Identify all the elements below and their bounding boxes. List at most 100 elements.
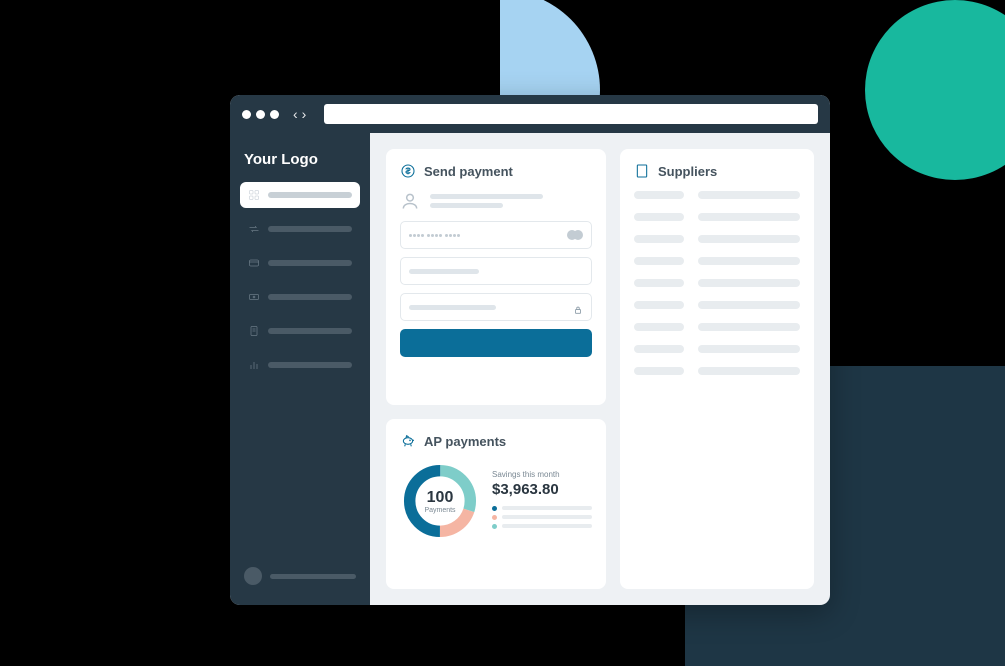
supplier-row[interactable] bbox=[634, 279, 800, 287]
input-placeholder bbox=[409, 305, 496, 310]
card-number-input[interactable] bbox=[400, 221, 592, 249]
sidebar-item-label bbox=[268, 260, 352, 266]
supplier-row[interactable] bbox=[634, 191, 800, 199]
supplier-name-placeholder bbox=[634, 301, 684, 309]
secure-input[interactable] bbox=[400, 293, 592, 321]
sidebar-item-label bbox=[268, 362, 352, 368]
browser-titlebar: ‹ › bbox=[230, 95, 830, 133]
supplier-name-placeholder bbox=[634, 345, 684, 353]
supplier-name-placeholder bbox=[634, 257, 684, 265]
sidebar-item-document[interactable] bbox=[240, 318, 360, 344]
sidebar-item-transfers[interactable] bbox=[240, 216, 360, 242]
supplier-detail-placeholder bbox=[698, 213, 800, 221]
suppliers-list bbox=[634, 191, 800, 375]
nav-arrows: ‹ › bbox=[293, 106, 306, 122]
supplier-name-placeholder bbox=[634, 367, 684, 375]
browser-window: ‹ › Your Logo bbox=[230, 95, 830, 605]
savings-label: Savings this month bbox=[492, 470, 592, 479]
submit-payment-button[interactable] bbox=[400, 329, 592, 357]
donut-label: Payments bbox=[424, 507, 455, 514]
supplier-detail-placeholder bbox=[698, 235, 800, 243]
main-content: Send payment bbox=[370, 133, 830, 605]
transfers-icon bbox=[248, 223, 260, 235]
savings-value: $3,963.80 bbox=[492, 481, 592, 498]
window-dot[interactable] bbox=[270, 110, 279, 119]
card-title: Suppliers bbox=[658, 164, 717, 179]
logo: Your Logo bbox=[240, 147, 360, 182]
supplier-detail-placeholder bbox=[698, 345, 800, 353]
card-brand-icon bbox=[567, 230, 583, 240]
building-icon bbox=[634, 163, 650, 179]
legend-item bbox=[492, 515, 592, 520]
legend-item bbox=[492, 524, 592, 529]
supplier-detail-placeholder bbox=[698, 367, 800, 375]
sidebar-item-card[interactable] bbox=[240, 250, 360, 276]
sidebar-item-label bbox=[268, 226, 352, 232]
supplier-row[interactable] bbox=[634, 301, 800, 309]
payments-donut-chart: 100 Payments bbox=[400, 461, 480, 541]
ap-payments-card: AP payments 100 Payments bbox=[386, 419, 606, 589]
supplier-row[interactable] bbox=[634, 367, 800, 375]
legend-item bbox=[492, 506, 592, 511]
sidebar-item-label bbox=[268, 328, 352, 334]
amount-input[interactable] bbox=[400, 257, 592, 285]
supplier-row[interactable] bbox=[634, 323, 800, 331]
app-shell: Your Logo bbox=[230, 133, 830, 605]
card-header: Send payment bbox=[400, 163, 592, 179]
person-icon bbox=[400, 191, 420, 211]
send-payment-card: Send payment bbox=[386, 149, 606, 405]
dashboard-icon bbox=[248, 189, 260, 201]
supplier-name-placeholder bbox=[634, 191, 684, 199]
supplier-detail-placeholder bbox=[698, 279, 800, 287]
supplier-row[interactable] bbox=[634, 345, 800, 353]
url-bar[interactable] bbox=[324, 104, 818, 124]
ap-payments-body: 100 Payments Savings this month $3,963.8… bbox=[400, 461, 592, 541]
sidebar-footer-label bbox=[270, 574, 356, 579]
window-dot[interactable] bbox=[242, 110, 251, 119]
supplier-row[interactable] bbox=[634, 213, 800, 221]
background-shape-teal-circle bbox=[865, 0, 1005, 180]
sidebar-item-cash[interactable] bbox=[240, 284, 360, 310]
sidebar-item-label bbox=[268, 294, 352, 300]
legend-dot-icon bbox=[492, 524, 497, 529]
supplier-name-placeholder bbox=[634, 279, 684, 287]
suppliers-card: Suppliers bbox=[620, 149, 814, 589]
supplier-row[interactable] bbox=[634, 257, 800, 265]
card-title: AP payments bbox=[424, 434, 506, 449]
legend-label bbox=[502, 524, 592, 528]
card-number-placeholder bbox=[409, 234, 460, 237]
legend-label bbox=[502, 506, 592, 510]
supplier-detail-placeholder bbox=[698, 323, 800, 331]
document-icon bbox=[248, 325, 260, 337]
window-controls bbox=[242, 110, 279, 119]
supplier-name-placeholder bbox=[634, 323, 684, 331]
sidebar-item-chart[interactable] bbox=[240, 352, 360, 378]
ap-payments-details: Savings this month $3,963.80 bbox=[492, 470, 592, 533]
dollar-circle-icon bbox=[400, 163, 416, 179]
avatar bbox=[244, 567, 262, 585]
card-header: Suppliers bbox=[634, 163, 800, 179]
sidebar-item-dashboard[interactable] bbox=[240, 182, 360, 208]
recipient-placeholder bbox=[430, 194, 592, 208]
sidebar: Your Logo bbox=[230, 133, 370, 605]
card-title: Send payment bbox=[424, 164, 513, 179]
supplier-detail-placeholder bbox=[698, 257, 800, 265]
legend-dot-icon bbox=[492, 506, 497, 511]
legend-dot-icon bbox=[492, 515, 497, 520]
forward-button[interactable]: › bbox=[302, 106, 307, 122]
cash-icon bbox=[248, 291, 260, 303]
donut-value: 100 bbox=[427, 489, 454, 507]
sidebar-item-label bbox=[268, 192, 352, 198]
chart-icon bbox=[248, 359, 260, 371]
supplier-detail-placeholder bbox=[698, 301, 800, 309]
sidebar-footer[interactable] bbox=[240, 561, 360, 591]
supplier-name-placeholder bbox=[634, 213, 684, 221]
supplier-name-placeholder bbox=[634, 235, 684, 243]
card-header: AP payments bbox=[400, 433, 592, 449]
window-dot[interactable] bbox=[256, 110, 265, 119]
piggy-icon bbox=[400, 433, 416, 449]
supplier-detail-placeholder bbox=[698, 191, 800, 199]
back-button[interactable]: ‹ bbox=[293, 106, 298, 122]
legend-label bbox=[502, 515, 592, 519]
supplier-row[interactable] bbox=[634, 235, 800, 243]
